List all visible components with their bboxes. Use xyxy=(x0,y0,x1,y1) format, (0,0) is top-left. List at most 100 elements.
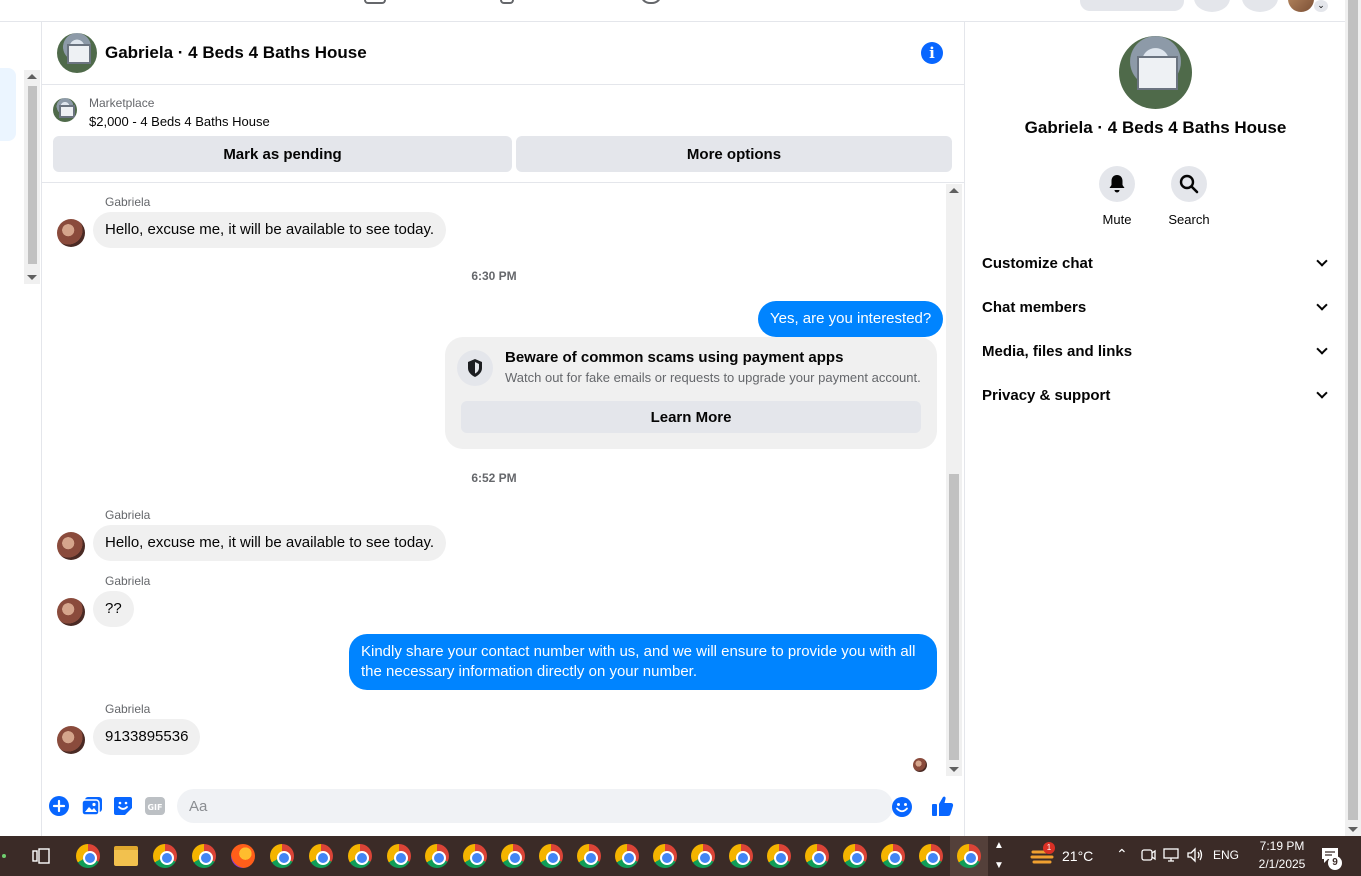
chrome-taskbar-icon[interactable] xyxy=(729,844,753,868)
file-explorer-icon[interactable] xyxy=(114,846,138,866)
outgoing-message[interactable]: Kindly share your contact number with us… xyxy=(349,634,937,690)
groups-nav-icon[interactable] xyxy=(500,0,514,4)
outgoing-message[interactable]: Yes, are you interested? xyxy=(758,301,944,337)
top-nav-bar: ⌄ xyxy=(0,0,1345,22)
meet-now-icon[interactable] xyxy=(1140,847,1156,866)
marketplace-nav-icon[interactable] xyxy=(364,0,386,4)
incoming-message[interactable]: Hello, excuse me, it will be available t… xyxy=(93,525,447,561)
clock-date[interactable]: 2/1/2025 xyxy=(1248,857,1316,871)
chrome-taskbar-icon[interactable] xyxy=(691,844,715,868)
chrome-taskbar-icon[interactable] xyxy=(653,844,677,868)
scroll-up-arrow-icon[interactable] xyxy=(949,188,959,193)
contact-name: Gabriela · 4 Beds 4 Baths House xyxy=(1024,118,1287,137)
sender-avatar[interactable] xyxy=(57,532,85,560)
incoming-message[interactable]: Hello, excuse me, it will be available t… xyxy=(93,212,447,248)
clock-time[interactable]: 7:19 PM xyxy=(1248,839,1316,853)
create-button[interactable] xyxy=(1080,0,1184,11)
chrome-taskbar-icon[interactable] xyxy=(843,844,867,868)
task-view-icon[interactable] xyxy=(32,848,50,869)
taskbar-scroll-arrows-icon[interactable]: ▲ ▼ xyxy=(990,836,1008,876)
chrome-taskbar-icon[interactable] xyxy=(270,844,294,868)
notification-count-badge: 9 xyxy=(1328,856,1342,870)
message-scrollbar[interactable] xyxy=(946,184,962,776)
mark-as-pending-button[interactable]: Mark as pending xyxy=(53,136,512,172)
scam-warning-subtitle: Watch out for fake emails or requests to… xyxy=(505,370,921,385)
scroll-thumb[interactable] xyxy=(1348,0,1358,820)
conversation-info-icon[interactable]: i xyxy=(921,42,943,64)
bell-icon[interactable] xyxy=(1099,166,1135,202)
search-icon[interactable] xyxy=(1171,166,1207,202)
chrome-taskbar-icon[interactable] xyxy=(153,844,177,868)
chrome-taskbar-icon[interactable] xyxy=(881,844,905,868)
language-indicator[interactable]: ENG xyxy=(1213,848,1239,862)
incoming-message[interactable]: ?? xyxy=(93,591,134,627)
chrome-taskbar-icon[interactable] xyxy=(805,844,829,868)
listing-thumbnail[interactable] xyxy=(53,98,77,122)
scroll-down-arrow-icon[interactable] xyxy=(949,767,959,772)
chrome-taskbar-icon[interactable] xyxy=(463,844,487,868)
incoming-message[interactable]: 9133895536 xyxy=(93,719,201,755)
scroll-thumb[interactable] xyxy=(28,86,37,264)
chrome-taskbar-icon[interactable] xyxy=(767,844,791,868)
plus-icon[interactable] xyxy=(49,796,69,816)
volume-icon[interactable] xyxy=(1187,847,1205,866)
learn-more-button[interactable]: Learn More xyxy=(461,401,921,433)
thumbs-up-icon[interactable] xyxy=(931,794,954,816)
status-dot xyxy=(2,854,6,858)
active-chat-highlight[interactable] xyxy=(0,68,16,141)
emoji-icon[interactable] xyxy=(891,796,912,817)
sender-avatar[interactable] xyxy=(57,598,85,626)
more-options-button[interactable]: More options xyxy=(516,136,952,172)
scroll-down-arrow-icon[interactable] xyxy=(1348,827,1358,832)
search-button[interactable]: Search xyxy=(1159,166,1219,227)
network-icon[interactable] xyxy=(1163,847,1181,866)
mute-button[interactable]: Mute xyxy=(1087,166,1147,227)
chevron-down-icon xyxy=(1316,387,1328,399)
chrome-taskbar-icon[interactable] xyxy=(387,844,411,868)
chat-header: Gabriela · 4 Beds 4 Baths House i xyxy=(42,22,964,85)
chrome-taskbar-icon[interactable] xyxy=(919,844,943,868)
chrome-taskbar-icon[interactable] xyxy=(501,844,525,868)
scroll-up-arrow-icon[interactable] xyxy=(27,74,37,79)
sender-avatar[interactable] xyxy=(57,726,85,754)
contact-avatar[interactable] xyxy=(1119,36,1192,109)
chrome-taskbar-icon[interactable] xyxy=(425,844,449,868)
chrome-taskbar-icon[interactable] xyxy=(192,844,216,868)
chrome-taskbar-icon[interactable] xyxy=(577,844,601,868)
page-scrollbar[interactable] xyxy=(1345,0,1361,836)
privacy-support-row[interactable]: Privacy & support xyxy=(982,381,1332,409)
temperature[interactable]: 21°C xyxy=(1062,848,1093,864)
firefox-icon[interactable] xyxy=(231,844,255,868)
chrome-taskbar-icon[interactable] xyxy=(615,844,639,868)
scroll-thumb[interactable] xyxy=(949,474,959,760)
profile-avatar[interactable] xyxy=(1288,0,1314,12)
sidebar-scrollbar[interactable] xyxy=(24,70,40,284)
listing-title[interactable]: $2,000 - 4 Beds 4 Baths House xyxy=(89,114,270,129)
gif-icon[interactable]: GIF xyxy=(144,796,165,816)
messenger-icon[interactable] xyxy=(1242,0,1278,12)
media-files-links-row[interactable]: Media, files and links xyxy=(982,337,1332,365)
chat-members-row[interactable]: Chat members xyxy=(982,293,1332,321)
chat-title[interactable]: Gabriela · 4 Beds 4 Baths House xyxy=(105,43,367,63)
account-chevron-icon[interactable]: ⌄ xyxy=(1314,0,1328,12)
tray-chevron-up-icon[interactable]: ⌃ xyxy=(1116,846,1128,863)
gaming-nav-icon[interactable] xyxy=(640,0,662,4)
message-timestamp: 6:52 PM xyxy=(471,471,517,485)
photo-icon[interactable] xyxy=(81,796,102,816)
chrome-taskbar-icon[interactable] xyxy=(348,844,372,868)
menu-grid-icon[interactable] xyxy=(1194,0,1230,12)
chevron-down-icon xyxy=(1316,255,1328,267)
sender-name: Gabriela xyxy=(105,508,151,522)
scroll-down-arrow-icon[interactable] xyxy=(27,275,37,280)
chrome-taskbar-icon[interactable] xyxy=(539,844,563,868)
chrome-taskbar-icon[interactable] xyxy=(309,844,333,868)
message-input[interactable] xyxy=(177,789,893,823)
message-timestamp: 6:30 PM xyxy=(471,269,517,283)
marketplace-listing-bar: Marketplace $2,000 - 4 Beds 4 Baths Hous… xyxy=(42,86,964,183)
sticker-icon[interactable] xyxy=(113,796,133,816)
sender-avatar[interactable] xyxy=(57,219,85,247)
chrome-taskbar-icon[interactable] xyxy=(957,844,981,868)
chrome-taskbar-icon[interactable] xyxy=(76,844,100,868)
chat-avatar[interactable] xyxy=(57,33,97,73)
customize-chat-row[interactable]: Customize chat xyxy=(982,249,1332,277)
